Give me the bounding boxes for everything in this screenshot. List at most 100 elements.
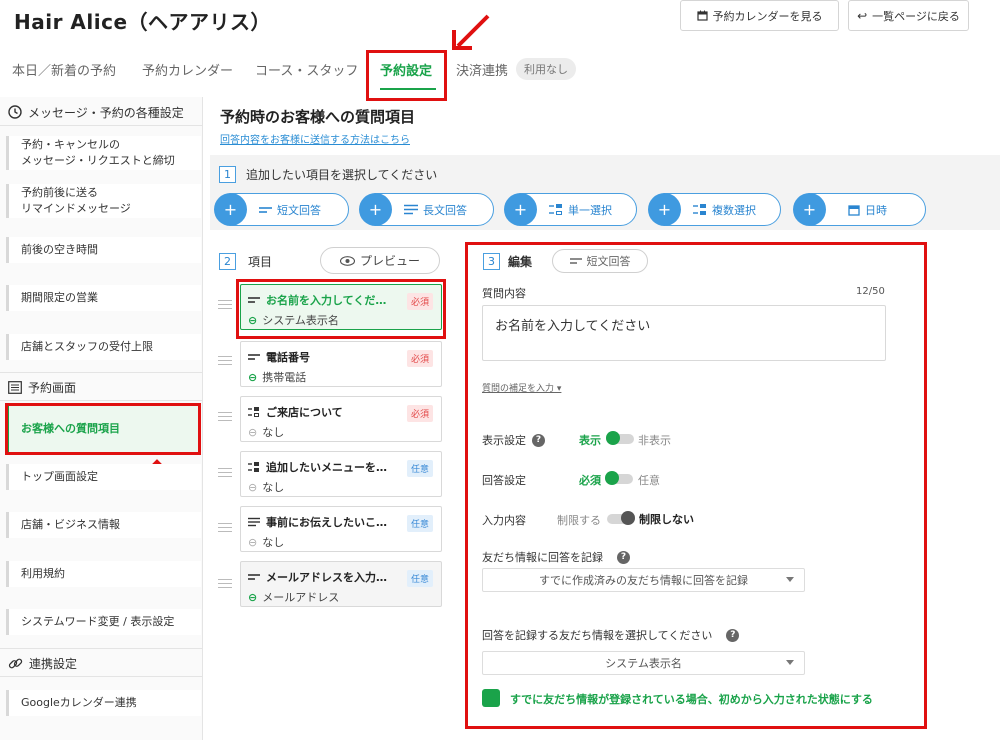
add-button-label: 日時 [865,203,887,217]
step1-label: 追加したい項目を選択してください [246,168,438,182]
tab-today[interactable]: 本日／新着の予約 [12,60,116,79]
page-title: Hair Alice（ヘアアリス） [14,10,272,34]
record-target-label: 回答を記録する友だち情報を選択してください ? [482,627,740,643]
tab-calendar[interactable]: 予約カレンダー [142,60,233,79]
record-target-value: システム表示名 [605,657,682,670]
drag-handle-icon[interactable] [218,412,232,421]
answer-optional-label: 任意 [638,474,660,487]
question-card[interactable]: 追加したいメニューを… 任意 ⊖ なし [240,451,442,497]
help-icon[interactable]: ? [726,628,740,642]
divider [0,648,203,649]
step1-header: 1 追加したい項目を選択してください [219,166,437,183]
section-label: 予約画面 [28,380,77,395]
question-card[interactable]: メールアドレスを入力… 任意 ⊖ メールアドレス [240,561,442,607]
sidebar-item-label: 予約前後に送る [21,186,98,199]
back-to-list-button[interactable]: ↩ 一覧ページに戻る [848,0,969,31]
add-long-text-button[interactable]: + 長文回答 [359,193,494,226]
supplement-link[interactable]: 質問の補足を入力 ▾ [482,381,561,394]
plus-icon: + [793,193,826,226]
answer-toggle[interactable] [605,471,633,485]
question-link-row: ⊖ 携帯電話 [248,369,306,385]
step3-number: 3 [483,253,500,270]
record-target-select[interactable]: システム表示名 [482,651,805,675]
divider [0,400,203,401]
sidebar-item-label: 利用規約 [21,567,65,580]
add-button-label: 複数選択 [712,203,756,217]
tab-course-staff[interactable]: コース・スタッフ [255,60,358,79]
sidebar-item-terms[interactable]: 利用規約 [6,561,201,587]
drag-handle-icon[interactable] [218,523,232,532]
sidebar-item-reminder[interactable]: 予約前後に送る リマインドメッセージ [6,184,201,218]
calendar-view-button[interactable]: 予約カレンダーを見る [680,0,839,31]
add-short-text-button[interactable]: + 短文回答 [214,193,349,226]
record-target-text: 回答を記録する友だち情報を選択してください [482,629,713,642]
display-toggle[interactable] [606,431,634,445]
prefill-checkbox[interactable] [482,689,500,707]
question-title-row: 追加したいメニューを… [248,459,387,475]
add-button-label: 単一選択 [568,203,612,217]
question-content-input[interactable]: お名前を入力してください [482,305,886,361]
sidebar-item-capacity[interactable]: 店舗とスタッフの受付上限 [6,334,201,360]
question-type-pill: 短文回答 [552,249,648,273]
optional-badge: 任意 [406,570,433,587]
add-button-content: 日時 [848,194,887,225]
display-on-label: 表示 [579,434,601,447]
sidebar-item-label: メッセージ・リクエストと締切 [21,154,175,167]
sidebar-item-business-info[interactable]: 店舗・ビジネス情報 [6,512,201,538]
question-card[interactable]: 事前にお伝えしたいこ… 任意 ⊖ なし [240,506,442,552]
chevron-down-icon [786,660,794,665]
single-select-icon [248,406,259,417]
link-icon: ⊖ [248,370,258,384]
drag-handle-icon[interactable] [218,579,232,588]
annotation-box-sidebar [5,403,201,455]
add-button-label: 短文回答 [277,203,321,217]
required-badge: 必須 [406,350,433,367]
input-restrict-toggle[interactable] [607,511,635,525]
help-icon[interactable]: ? [617,550,630,564]
short-text-icon [259,206,272,213]
sidebar-item-top-screen[interactable]: トップ画面設定 [6,464,201,490]
list-icon [8,380,22,394]
sidebar-item-buffer-time[interactable]: 前後の空き時間 [6,237,201,263]
sidebar-item-label: トップ画面設定 [21,470,98,483]
sidebar-item-messages[interactable]: 予約・キャンセルの メッセージ・リクエストと締切 [6,136,201,170]
short-text-icon [248,574,260,580]
sidebar-item-label: 予約・キャンセルの [21,138,120,151]
answer-setting-label: 回答設定 [482,474,526,487]
tab-payment[interactable]: 決済連携 [456,60,508,79]
help-link[interactable]: 回答内容をお客様に送信する方法はこちら [220,131,410,146]
short-text-icon [248,354,260,360]
sidebar-item-google-calendar[interactable]: Googleカレンダー連携 [6,690,201,716]
main-title: 予約時のお客様への質問項目 [220,108,416,126]
display-setting-label: 表示設定 ? [482,432,545,448]
question-card[interactable]: ご来店について 必須 ⊖ なし [240,396,442,442]
back-to-list-label: 一覧ページに戻る [872,9,960,23]
question-title-row: 事前にお伝えしたいこ… [248,514,387,530]
multi-select-icon [693,203,706,215]
add-single-select-button[interactable]: + 単一選択 [504,193,637,226]
friend-record-select[interactable]: すでに作成済みの友だち情報に回答を記録 [482,568,805,592]
preview-button[interactable]: プレビュー [320,247,440,274]
question-title-row: ご来店について [248,404,343,420]
long-text-icon [404,204,418,215]
add-button-content: 複数選択 [693,194,756,225]
add-datetime-button[interactable]: + 日時 [793,193,926,226]
question-title: メールアドレスを入力… [266,571,387,584]
short-text-icon [569,258,582,264]
question-link-row: ⊖ なし [248,424,284,440]
char-count: 12/50 [856,286,885,297]
help-icon[interactable]: ? [532,433,545,447]
link-icon: ⊖ [248,535,258,549]
optional-badge: 任意 [406,515,433,532]
add-multi-select-button[interactable]: + 複数選択 [648,193,781,226]
chevron-down-icon [786,577,794,582]
question-card[interactable]: 電話番号 必須 ⊖ 携帯電話 [240,341,442,387]
question-type-label: 短文回答 [586,255,631,268]
drag-handle-icon[interactable] [218,300,232,309]
sidebar-item-limited-hours[interactable]: 期間限定の営業 [6,285,201,311]
calendar-icon [848,204,860,216]
drag-handle-icon[interactable] [218,468,232,477]
sidebar-item-system-words[interactable]: システムワード変更 / 表示設定 [6,609,201,635]
drag-handle-icon[interactable] [218,356,232,365]
input-no-restrict-label: 制限しない [639,513,694,526]
